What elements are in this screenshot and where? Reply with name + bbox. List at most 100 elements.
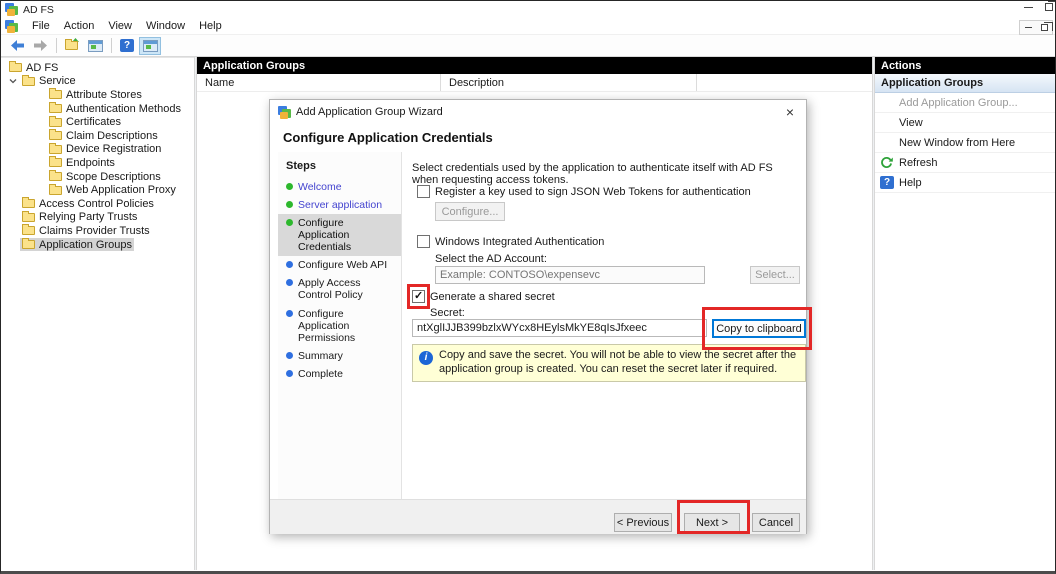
folder-icon bbox=[22, 240, 35, 249]
register-key-label: Register a key used to sign JSON Web Tok… bbox=[435, 186, 751, 198]
help-icon: ? bbox=[880, 176, 894, 189]
tree-item-attribute-stores[interactable]: Attribute Stores bbox=[1, 88, 194, 102]
forward-icon[interactable] bbox=[29, 37, 51, 55]
tree-item-scope-descriptions[interactable]: Scope Descriptions bbox=[1, 170, 194, 184]
app-icon bbox=[5, 3, 19, 16]
step-summary: Summary bbox=[278, 347, 401, 365]
menu-action[interactable]: Action bbox=[57, 19, 102, 33]
console-tree: AD FS Service Attribute Stores Authentic… bbox=[1, 57, 194, 570]
properties-window-icon[interactable] bbox=[139, 37, 161, 55]
child-minimize-icon[interactable] bbox=[1020, 21, 1036, 34]
secret-label: Secret: bbox=[430, 307, 465, 319]
export-list-icon[interactable] bbox=[61, 37, 83, 55]
wizard-icon bbox=[278, 106, 292, 119]
register-key-row: Register a key used to sign JSON Web Tok… bbox=[417, 185, 751, 198]
generate-shared-secret-checkbox[interactable] bbox=[412, 290, 425, 303]
step-server-application[interactable]: Server application bbox=[278, 196, 401, 214]
results-header: Application Groups bbox=[197, 57, 872, 74]
secret-input[interactable] bbox=[412, 319, 707, 337]
column-description[interactable]: Description bbox=[441, 74, 697, 91]
column-name[interactable]: Name bbox=[197, 74, 441, 91]
help-toolbar-icon[interactable]: ? bbox=[116, 37, 138, 55]
wia-row: Windows Integrated Authentication bbox=[417, 235, 604, 248]
ad-account-input bbox=[435, 266, 705, 284]
wizard-content: Select credentials used by the applicati… bbox=[406, 152, 800, 499]
tree-item-certificates[interactable]: Certificates bbox=[1, 115, 194, 129]
info-text: Copy and save the secret. You will not b… bbox=[439, 349, 797, 377]
close-icon[interactable]: × bbox=[778, 102, 802, 122]
app-window: AD FS File Action View Window Help ? bbox=[0, 0, 1056, 574]
step-welcome[interactable]: Welcome bbox=[278, 178, 401, 196]
menu-help[interactable]: Help bbox=[192, 19, 229, 33]
actions-group-header[interactable]: Application Groups bbox=[875, 74, 1055, 93]
secret-info-box: i Copy and save the secret. You will not… bbox=[412, 344, 806, 382]
step-dot bbox=[286, 183, 293, 190]
tree-item-relying-party-trusts[interactable]: Relying Party Trusts bbox=[1, 211, 194, 225]
next-button[interactable]: Next > bbox=[684, 513, 740, 532]
step-dot bbox=[286, 201, 293, 208]
wizard-title-bar: Add Application Group Wizard bbox=[270, 100, 806, 124]
folder-icon bbox=[49, 90, 62, 99]
tree-item-claim-descriptions[interactable]: Claim Descriptions bbox=[1, 129, 194, 143]
tree-item-access-control-policies[interactable]: Access Control Policies bbox=[1, 197, 194, 211]
folder-icon bbox=[49, 186, 62, 195]
folder-icon bbox=[49, 131, 62, 140]
toolbar: ? bbox=[1, 35, 1055, 57]
step-dot bbox=[286, 219, 293, 226]
ad-account-label: Select the AD Account: bbox=[435, 253, 547, 265]
toolbar-separator bbox=[111, 38, 112, 53]
action-add-application-group: Add Application Group... bbox=[875, 93, 1055, 113]
folder-icon bbox=[49, 172, 62, 181]
show-console-tree-icon[interactable] bbox=[84, 37, 106, 55]
steps-header: Steps bbox=[278, 158, 401, 178]
shared-secret-label: Generate a shared secret bbox=[430, 291, 555, 303]
step-configure-application-credentials: Configure Application Credentials bbox=[278, 214, 401, 256]
minimize-icon[interactable] bbox=[1024, 7, 1033, 8]
register-key-checkbox[interactable] bbox=[417, 185, 430, 198]
chevron-down-icon[interactable] bbox=[8, 76, 18, 86]
action-view[interactable]: View bbox=[875, 113, 1055, 133]
tree-item-authentication-methods[interactable]: Authentication Methods bbox=[1, 102, 194, 116]
tree-item-application-groups[interactable]: Application Groups bbox=[1, 238, 194, 252]
wizard-heading: Configure Application Credentials bbox=[283, 130, 493, 145]
tree-item-endpoints[interactable]: Endpoints bbox=[1, 156, 194, 170]
step-dot bbox=[286, 261, 293, 268]
tree-item-service[interactable]: Service bbox=[1, 75, 194, 89]
wizard-title: Add Application Group Wizard bbox=[296, 106, 443, 118]
step-dot bbox=[286, 370, 293, 377]
step-dot bbox=[286, 310, 293, 317]
copy-to-clipboard-button[interactable]: Copy to clipboard bbox=[712, 319, 806, 338]
child-window-controls bbox=[1019, 20, 1053, 35]
back-icon[interactable] bbox=[6, 37, 28, 55]
shared-secret-row: Generate a shared secret bbox=[412, 290, 555, 303]
menu-view[interactable]: View bbox=[101, 19, 139, 33]
add-application-group-wizard: Add Application Group Wizard × Configure… bbox=[269, 99, 807, 534]
restore-icon[interactable] bbox=[1045, 3, 1053, 11]
action-refresh[interactable]: Refresh bbox=[875, 153, 1055, 173]
folder-icon bbox=[49, 158, 62, 167]
menu-bar: File Action View Window Help bbox=[1, 18, 1055, 35]
folder-icon bbox=[9, 63, 22, 72]
tree-item-adfs[interactable]: AD FS bbox=[1, 61, 194, 75]
wia-checkbox[interactable] bbox=[417, 235, 430, 248]
list-column-header: Name Description bbox=[197, 74, 872, 92]
action-new-window-from-here[interactable]: New Window from Here bbox=[875, 133, 1055, 153]
action-help[interactable]: ? Help bbox=[875, 173, 1055, 193]
previous-button[interactable]: < Previous bbox=[614, 513, 672, 532]
menu-window[interactable]: Window bbox=[139, 19, 192, 33]
child-restore-icon[interactable] bbox=[1036, 21, 1052, 34]
folder-icon bbox=[49, 118, 62, 127]
tree-item-web-application-proxy[interactable]: Web Application Proxy bbox=[1, 183, 194, 197]
info-icon: i bbox=[419, 351, 433, 365]
cancel-button[interactable]: Cancel bbox=[752, 513, 800, 532]
wia-label: Windows Integrated Authentication bbox=[435, 236, 604, 248]
folder-icon bbox=[49, 104, 62, 113]
tree-item-device-registration[interactable]: Device Registration bbox=[1, 143, 194, 157]
actions-header: Actions bbox=[875, 57, 1055, 74]
folder-icon bbox=[49, 145, 62, 154]
menu-file[interactable]: File bbox=[25, 19, 57, 33]
folder-icon bbox=[22, 199, 35, 208]
step-apply-access-control-policy: Apply Access Control Policy bbox=[278, 274, 401, 304]
tree-item-claims-provider-trusts[interactable]: Claims Provider Trusts bbox=[1, 224, 194, 238]
intro-text: Select credentials used by the applicati… bbox=[412, 162, 798, 186]
